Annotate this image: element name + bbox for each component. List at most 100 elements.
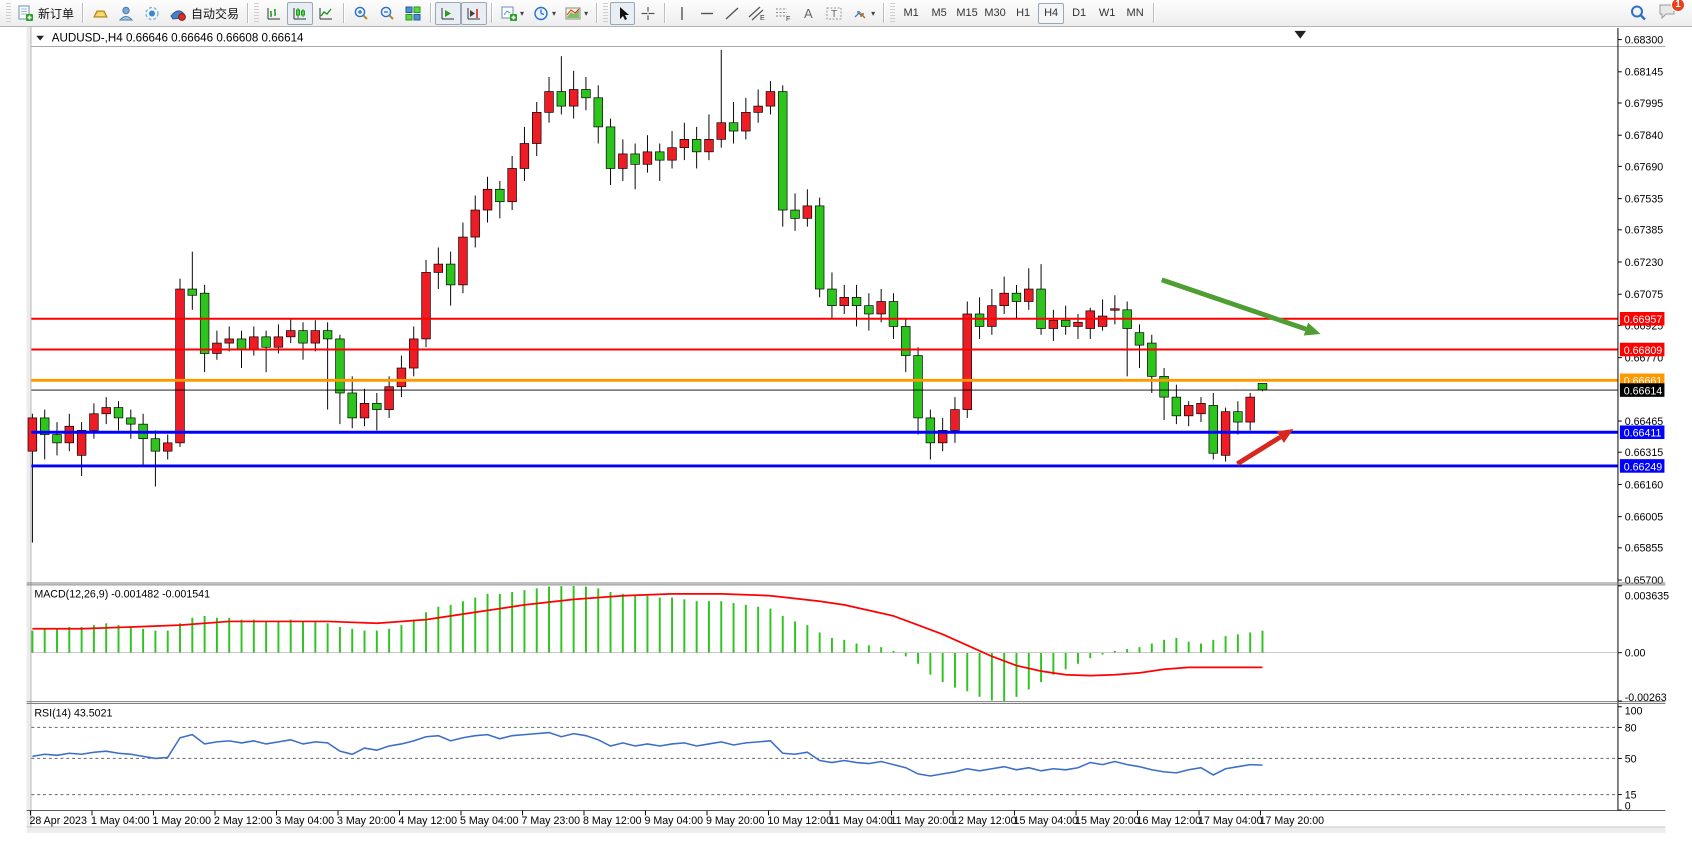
timeframe-h1-button[interactable]: H1	[1010, 3, 1036, 24]
time-tick-label: 1 May 20:00	[153, 815, 212, 827]
candlestick-icon	[291, 5, 309, 22]
bar-chart-button[interactable]	[261, 2, 287, 25]
chart-window: 0.683000.681450.679950.678400.676900.675…	[0, 27, 1692, 859]
svg-text:0.66809: 0.66809	[1624, 345, 1663, 357]
toolbar-grip[interactable]	[254, 3, 259, 23]
toolbar-separator	[82, 3, 83, 23]
price-tick-label: 0.66160	[1625, 479, 1664, 491]
price-badge: 0.66614	[1620, 383, 1665, 397]
time-tick-label: 17 May 04:00	[1198, 815, 1263, 827]
timeframe-m5-button[interactable]: M5	[926, 3, 952, 24]
tile-windows-button[interactable]	[400, 2, 426, 25]
fibonacci-button[interactable]: F	[770, 2, 796, 25]
chart-shift-button[interactable]	[461, 2, 487, 25]
toolbar-grip[interactable]	[890, 3, 895, 23]
timeframe-mn-button[interactable]: MN	[1122, 3, 1148, 24]
arrows-tool-icon	[851, 5, 869, 22]
rsi-tick-label: 50	[1625, 753, 1637, 765]
indicators-button[interactable]: ▾	[496, 2, 528, 25]
price-badge: 0.66809	[1620, 343, 1665, 357]
line-chart-button[interactable]	[313, 2, 339, 25]
price-tick-label: 0.67230	[1625, 257, 1664, 269]
notifications-button[interactable]: 1	[1658, 2, 1678, 25]
time-tick-label: 3 May 20:00	[337, 815, 396, 827]
timeframe-m30-button[interactable]: M30	[982, 3, 1008, 24]
toolbar-grip[interactable]	[6, 3, 11, 23]
rsi-label: RSI(14) 43.5021	[34, 708, 112, 720]
autotrading-button[interactable]: 自动交易	[165, 2, 243, 25]
timeframe-d1-button[interactable]: D1	[1066, 3, 1092, 24]
timeframe-w1-button[interactable]: W1	[1094, 3, 1120, 24]
macd-label: MACD(12,26,9) -0.001482 -0.001541	[34, 588, 210, 600]
rsi-tick-label: 80	[1625, 722, 1637, 734]
time-tick-label: 8 May 12:00	[583, 815, 642, 827]
toolbar-separator	[343, 3, 344, 23]
chart-title: AUDUSD-,H4 0.66646 0.66646 0.66608 0.666…	[36, 32, 304, 45]
fibonacci-icon: F	[774, 5, 792, 22]
price-badge: 0.66411	[1620, 425, 1665, 439]
time-tick-label: 9 May 20:00	[706, 815, 765, 827]
toolbar-separator	[596, 3, 597, 23]
cursor-icon	[615, 5, 631, 22]
svg-text:A: A	[804, 6, 813, 21]
vertical-line-icon	[675, 5, 689, 22]
tile-windows-icon	[404, 5, 422, 22]
rsi-tick-label: 100	[1625, 706, 1643, 718]
timeframe-m15-button[interactable]: M15	[954, 3, 980, 24]
price-tick-label: 0.67385	[1625, 225, 1664, 237]
broadcast-button[interactable]	[139, 2, 165, 25]
channel-icon: E	[748, 5, 766, 22]
svg-text:F: F	[786, 16, 790, 22]
search-button[interactable]	[1625, 2, 1652, 25]
autotrading-label: 自动交易	[191, 5, 239, 22]
price-badge: 0.66957	[1620, 312, 1665, 326]
timeframe-m1-button[interactable]: M1	[898, 3, 924, 24]
trendline-button[interactable]	[719, 2, 744, 25]
zoom-in-button[interactable]	[348, 2, 374, 25]
chevron-down-icon: ▾	[552, 9, 556, 18]
chevron-down-icon: ▾	[871, 9, 875, 18]
indicators-icon	[500, 5, 518, 22]
time-tick-label: 11 May 20:00	[891, 815, 955, 827]
time-tick-label: 7 May 23:00	[522, 815, 581, 827]
svg-text:0.66249: 0.66249	[1624, 461, 1663, 473]
macd-tick-label: 0.003635	[1625, 590, 1669, 602]
auto-scroll-button[interactable]	[435, 2, 461, 25]
price-tick-label: 0.67075	[1625, 289, 1664, 301]
channel-button[interactable]: E	[744, 2, 770, 25]
time-tick-label: 16 May 12:00	[1137, 815, 1202, 827]
toolbar: 新订单 自动交易	[0, 0, 1692, 27]
time-tick-label: 9 May 04:00	[645, 815, 704, 827]
toolbar-grip[interactable]	[603, 3, 608, 23]
time-tick-label: 5 May 04:00	[460, 815, 519, 827]
candlestick-chart-button[interactable]	[287, 2, 313, 25]
mt4-window: 新订单 自动交易	[0, 0, 1692, 859]
toolbar-separator	[491, 3, 492, 23]
horizontal-line-button[interactable]	[694, 2, 719, 25]
horizontal-line-icon	[699, 5, 715, 22]
templates-button[interactable]: ▾	[560, 2, 592, 25]
crosshair-icon	[640, 5, 656, 22]
zoom-out-button[interactable]	[374, 2, 400, 25]
new-order-button[interactable]: 新订单	[13, 2, 78, 25]
chart-canvas[interactable]: 0.683000.681450.679950.678400.676900.675…	[0, 27, 1692, 859]
text-button[interactable]: A	[796, 2, 821, 25]
market-watch-button[interactable]	[87, 2, 113, 25]
cursor-button[interactable]	[610, 2, 635, 25]
arrows-tool-button[interactable]: ▾	[847, 2, 879, 25]
text-label-button[interactable]: T	[821, 2, 847, 25]
vertical-line-button[interactable]	[669, 2, 694, 25]
price-tick-label: 0.67995	[1625, 98, 1664, 110]
price-tick-label: 0.66005	[1625, 512, 1664, 524]
crosshair-button[interactable]	[635, 2, 660, 25]
new-order-icon	[17, 5, 34, 22]
toolbar-separator	[247, 3, 248, 23]
timeframe-h4-button[interactable]: H4	[1038, 3, 1064, 24]
periods-button[interactable]: ▾	[528, 2, 560, 25]
templates-icon	[564, 5, 582, 22]
price-tick-label: 0.66315	[1625, 447, 1664, 459]
toolbar-separator	[664, 3, 665, 23]
time-tick-label: 1 May 04:00	[91, 815, 150, 827]
profile-button[interactable]	[113, 2, 139, 25]
price-tick-label: 0.67690	[1625, 161, 1664, 173]
